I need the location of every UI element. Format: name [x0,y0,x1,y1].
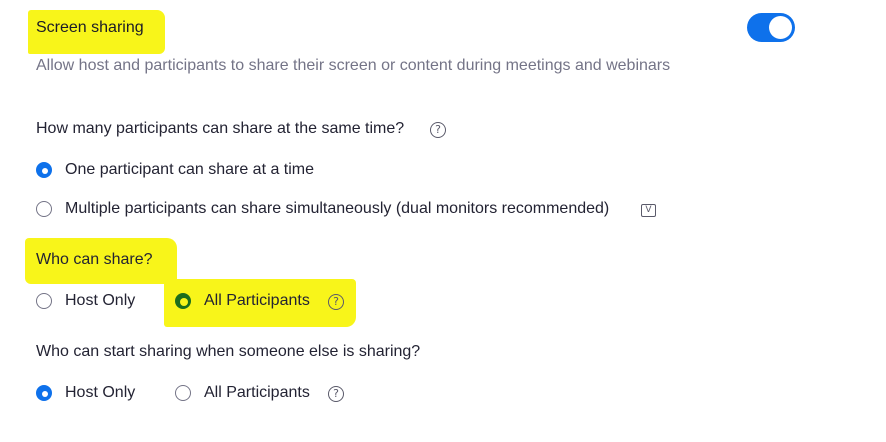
who-can-start-question: Who can start sharing when someone else … [36,343,421,360]
who-can-share-question: Who can share? [36,251,153,268]
radio-all-participants[interactable] [175,385,191,401]
option-label[interactable]: Multiple participants can share simultan… [65,200,609,218]
option-label[interactable]: All Participants [204,292,310,310]
radio-host-only[interactable] [36,293,52,309]
option-label[interactable]: Host Only [65,384,135,402]
help-icon[interactable]: ? [430,122,446,138]
radio-multiple-participants[interactable] [36,201,52,217]
help-icon[interactable]: ? [328,294,344,310]
version-badge-icon[interactable]: V [641,204,656,217]
screen-sharing-toggle[interactable] [747,13,795,42]
help-icon[interactable]: ? [328,386,344,402]
radio-host-only[interactable] [36,385,52,401]
toggle-knob [769,16,792,39]
option-label[interactable]: Host Only [65,292,135,310]
option-label[interactable]: One participant can share at a time [65,161,314,179]
setting-description: Allow host and participants to share the… [36,57,671,74]
setting-title: Screen sharing [36,19,144,36]
radio-one-participant[interactable] [36,162,52,178]
radio-all-participants[interactable] [175,293,191,309]
option-label[interactable]: All Participants [204,384,310,402]
how-many-question: How many participants can share at the s… [36,120,405,137]
